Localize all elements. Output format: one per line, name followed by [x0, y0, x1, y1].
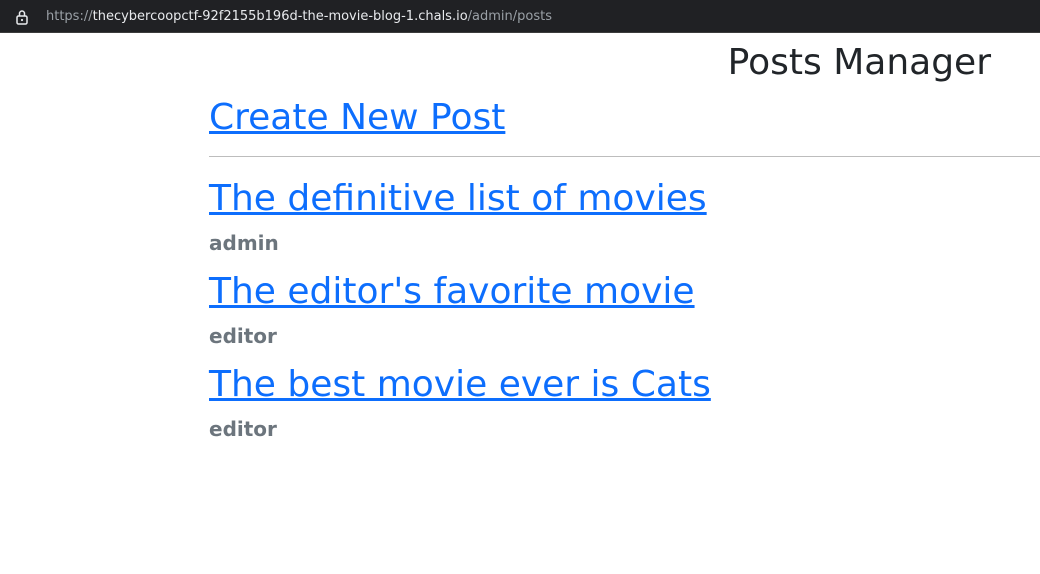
- lock-icon[interactable]: [15, 9, 29, 25]
- post-title-link[interactable]: The definitive list of movies: [209, 176, 707, 222]
- create-new-post-link[interactable]: Create New Post: [209, 96, 505, 140]
- post-author: admin: [209, 231, 279, 255]
- url-scheme: https://: [46, 9, 93, 24]
- page-title: Posts Manager: [727, 42, 991, 83]
- post-title-link[interactable]: The editor's favorite movie: [209, 269, 695, 315]
- post-author: editor: [209, 417, 277, 441]
- post-title-link[interactable]: The best movie ever is Cats: [209, 362, 711, 408]
- post-author: editor: [209, 324, 277, 348]
- url-host: thecybercoopctf-92f2155b196d-the-movie-b…: [92, 9, 468, 24]
- url-text[interactable]: https://thecybercoopctf-92f2155b196d-the…: [46, 8, 552, 25]
- divider: [209, 156, 1040, 157]
- url-path: /admin/posts: [467, 9, 552, 24]
- address-bar[interactable]: https://thecybercoopctf-92f2155b196d-the…: [0, 0, 1040, 33]
